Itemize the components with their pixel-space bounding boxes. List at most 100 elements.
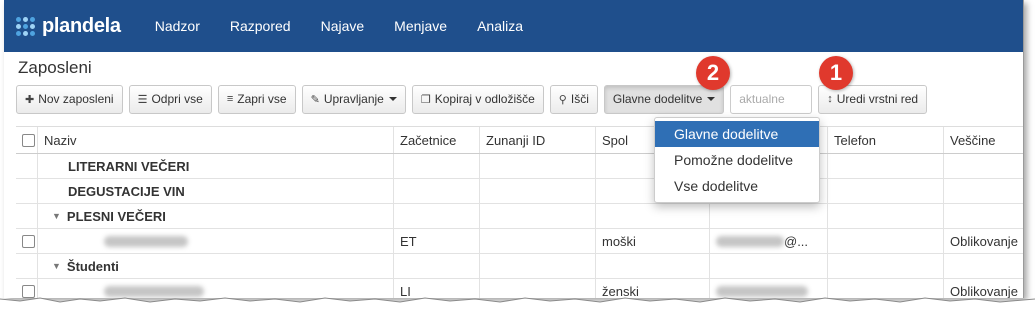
cell <box>394 254 480 278</box>
header-external-id[interactable]: Zunanji ID <box>480 127 596 153</box>
search-label: Išči <box>570 92 589 106</box>
cell <box>480 154 596 178</box>
new-employee-button[interactable]: ✚ Nov zaposleni <box>16 84 123 114</box>
assignments-label: Glavne dodelitve <box>612 92 703 106</box>
cell <box>944 154 1023 178</box>
checkbox-cell <box>16 154 38 178</box>
caret-down-icon <box>388 97 397 101</box>
cell <box>944 254 1023 278</box>
table-row[interactable]: DEGUSTACIJE VIN <box>16 179 1023 204</box>
top-navbar: plandela Nadzor Razpored Najave Menjave … <box>4 0 1023 52</box>
caret-down-icon <box>707 97 716 101</box>
dropdown-item-secondary-assignments[interactable]: Pomožne dodelitve <box>655 147 819 173</box>
logo-dot <box>16 16 21 22</box>
cell <box>394 154 480 178</box>
table-row[interactable]: LITERARNI VEČERI <box>16 154 1023 179</box>
close-all-button[interactable]: ≡ Zapri vse <box>217 84 296 114</box>
annotation-badge-2: 2 <box>696 56 730 90</box>
cell <box>394 204 480 228</box>
cell <box>828 154 944 178</box>
brand-logo[interactable]: plandela <box>16 15 121 38</box>
manage-button[interactable]: ✎ Upravljanje <box>301 84 406 114</box>
table-row[interactable]: ▼ Študenti <box>16 254 1023 279</box>
logo-dot <box>30 16 35 22</box>
email-cell: @... <box>710 229 828 253</box>
logo-dot <box>23 16 28 22</box>
manage-label: Upravljanje <box>323 92 384 106</box>
group-name: LITERARNI VEČERI <box>38 154 394 178</box>
nav-nadzor[interactable]: Nadzor <box>155 18 200 34</box>
cell <box>596 204 710 228</box>
logo-dot <box>16 23 21 29</box>
table-row[interactable]: ▼ PLESNI VEČERI <box>16 204 1023 229</box>
torn-edge-decoration <box>0 297 1035 317</box>
list-collapse-icon: ≡ <box>226 93 234 105</box>
new-employee-label: Nov zaposleni <box>38 92 114 106</box>
logo-dot <box>23 23 28 29</box>
filter-input[interactable] <box>730 84 813 114</box>
header-skills[interactable]: Veščine <box>944 127 1023 153</box>
edit-order-label: Uredi vrstni red <box>836 92 919 106</box>
logo-dot <box>16 30 21 36</box>
cell <box>710 204 828 228</box>
group-cell: ▼ PLESNI VEČERI <box>38 204 394 228</box>
cell <box>828 254 944 278</box>
cell <box>596 254 710 278</box>
checkbox-cell <box>16 229 38 253</box>
select-all-checkbox[interactable] <box>22 133 35 147</box>
sort-arrows-icon: ↕ <box>827 93 833 105</box>
copy-icon: ❐ <box>420 93 431 106</box>
redacted-name <box>104 235 188 247</box>
group-name: PLESNI VEČERI <box>66 208 166 224</box>
expand-triangle-icon[interactable]: ▼ <box>52 261 61 271</box>
brand-name: plandela <box>42 14 121 37</box>
header-name[interactable]: Naziv <box>38 127 394 153</box>
nav-menjave[interactable]: Menjave <box>394 18 447 34</box>
redacted-email <box>716 235 784 247</box>
copy-clipboard-button[interactable]: ❐ Kopiraj v odložišče <box>411 84 544 114</box>
cell <box>480 204 596 228</box>
plus-icon: ✚ <box>25 93 35 106</box>
annotation-badge-1: 1 <box>819 56 853 90</box>
table-header-row: Naziv Začetnice Zunanji ID Spol Telefon … <box>16 127 1023 154</box>
cell <box>480 254 596 278</box>
search-icon: ⚲ <box>558 93 567 106</box>
nav-analiza[interactable]: Analiza <box>477 18 523 34</box>
logo-dots-icon <box>16 16 35 36</box>
group-cell: ▼ Študenti <box>38 254 394 278</box>
cell <box>710 254 828 278</box>
cell <box>480 229 596 253</box>
open-all-button[interactable]: ☰ Odpri vse <box>128 84 212 114</box>
dropdown-item-all-assignments[interactable]: Vse dodelitve <box>655 173 819 199</box>
select-all-cell <box>16 127 38 153</box>
table-row[interactable]: ET moški @... Oblikovanje <box>16 229 1023 254</box>
cell <box>944 204 1023 228</box>
toolbar: ✚ Nov zaposleni ☰ Odpri vse ≡ Zapri vse … <box>16 84 933 114</box>
cell <box>828 229 944 253</box>
initials-cell: ET <box>394 229 480 253</box>
group-name: Študenti <box>66 258 119 274</box>
close-all-label: Zapri vse <box>237 92 287 106</box>
search-button[interactable]: ⚲ Išči <box>549 84 598 114</box>
nav-najave[interactable]: Najave <box>321 18 365 34</box>
logo-dot <box>30 23 35 29</box>
cell <box>828 179 944 203</box>
skills-cell: Oblikovanje <box>950 233 1018 249</box>
copy-clipboard-label: Kopiraj v odložišče <box>434 92 535 106</box>
list-expand-icon: ☰ <box>137 93 148 106</box>
edit-icon: ✎ <box>310 93 320 106</box>
assignments-dropdown-menu: Glavne dodelitve Pomožne dodelitve Vse d… <box>654 117 820 203</box>
logo-dot <box>30 30 35 36</box>
expand-triangle-icon[interactable]: ▼ <box>52 211 61 221</box>
checkbox-cell <box>16 179 38 203</box>
gender-cell: moški <box>596 229 710 253</box>
cell <box>944 179 1023 203</box>
dropdown-item-main-assignments[interactable]: Glavne dodelitve <box>655 121 819 147</box>
header-phone[interactable]: Telefon <box>828 127 944 153</box>
logo-dot <box>23 30 28 36</box>
header-initials[interactable]: Začetnice <box>394 127 480 153</box>
checkbox-cell <box>16 204 38 228</box>
row-checkbox[interactable] <box>22 234 35 248</box>
employee-name-cell <box>38 229 394 253</box>
nav-razpored[interactable]: Razpored <box>230 18 291 34</box>
